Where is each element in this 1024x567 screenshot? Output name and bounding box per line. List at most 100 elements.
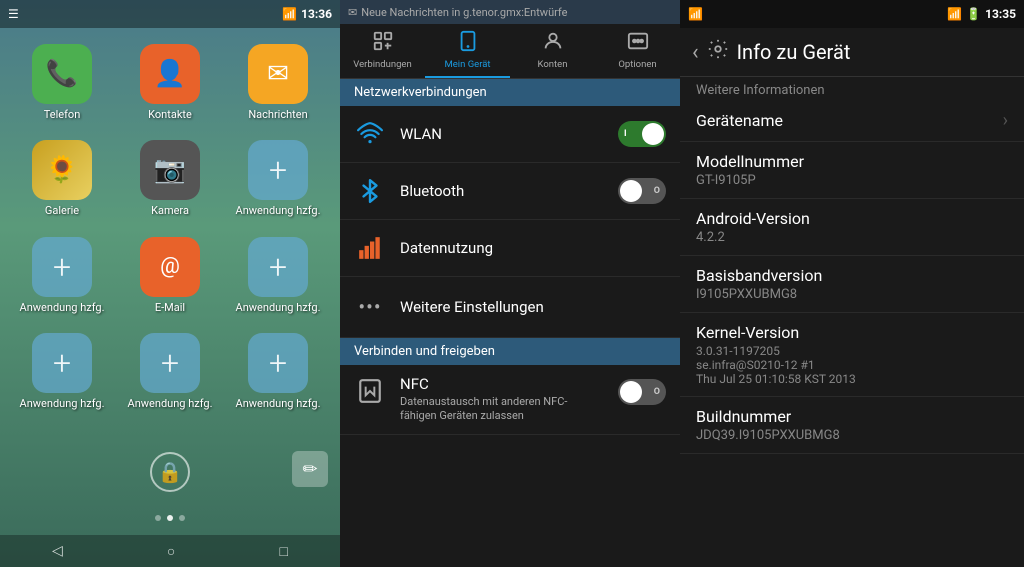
galerie-icon: 🌻	[32, 140, 92, 200]
app-anwendung-2[interactable]: + Anwendung hzfg.	[12, 237, 112, 325]
mein-geraet-tab-icon	[457, 30, 479, 57]
android-value: 4.2.2	[696, 230, 810, 245]
anwendung3-label: Anwendung hzfg.	[236, 301, 321, 314]
nfc-icon	[354, 375, 386, 407]
lock-icon: 🔒	[150, 452, 190, 492]
app-anwendung-3[interactable]: + Anwendung hzfg.	[228, 237, 328, 325]
anwendung1-label: Anwendung hzfg.	[236, 204, 321, 217]
anwendung5-icon: +	[140, 333, 200, 393]
kernel-title: Kernel-Version	[696, 323, 856, 342]
buildnummer-left: Buildnummer JDQ39.I9105PXXUBMG8	[696, 407, 840, 443]
nfc-item[interactable]: NFC Datenaustausch mit anderen NFC-fähig…	[340, 365, 680, 435]
app-galerie[interactable]: 🌻 Galerie	[12, 140, 112, 228]
tab-konten[interactable]: Konten	[510, 24, 595, 78]
wlan-item[interactable]: WLAN I	[340, 106, 680, 163]
dot-1[interactable]	[155, 515, 161, 521]
kontakte-label: Kontakte	[148, 108, 192, 121]
app-kamera[interactable]: 📷 Kamera	[120, 140, 220, 228]
home-screen: ☰ 📶 13:36 📞 Telefon 👤 Kontakte ✉ Nachric…	[0, 0, 340, 567]
info-row-basisband: Basisbandversion I9105PXXUBMG8	[680, 256, 1024, 313]
info-battery-icon: 🔋	[966, 7, 981, 21]
info-status-left: 📶	[688, 7, 703, 21]
app-kontakte[interactable]: 👤 Kontakte	[120, 44, 220, 132]
modellnummer-title: Modellnummer	[696, 152, 804, 171]
bluetooth-item[interactable]: Bluetooth O	[340, 163, 680, 220]
anwendung6-label: Anwendung hzfg.	[236, 397, 321, 410]
nfc-desc: Datenaustausch mit anderen NFC-fähigen G…	[400, 395, 604, 424]
buildnummer-value: JDQ39.I9105PXXUBMG8	[696, 428, 840, 443]
android-left: Android-Version 4.2.2	[696, 209, 810, 245]
bluetooth-toggle-knob	[620, 180, 642, 202]
weitere-einstellungen-item[interactable]: ••• Weitere Einstellungen	[340, 277, 680, 338]
tab-mein-geraet[interactable]: Mein Gerät	[425, 24, 510, 78]
home-edit-button[interactable]: ✏	[292, 451, 328, 487]
bluetooth-icon	[354, 175, 386, 207]
home-status-left: ☰	[8, 7, 19, 21]
back-arrow-icon[interactable]: ‹	[692, 40, 699, 65]
tab-verbindungen-label: Verbindungen	[353, 59, 411, 70]
anwendung1-icon: +	[248, 140, 308, 200]
dot-2[interactable]	[167, 515, 173, 521]
tab-optionen[interactable]: Optionen	[595, 24, 680, 78]
galerie-label: Galerie	[45, 204, 79, 217]
kamera-icon: 📷	[140, 140, 200, 200]
app-anwendung-6[interactable]: + Anwendung hzfg.	[228, 333, 328, 421]
telefon-icon: 📞	[32, 44, 92, 104]
home-button[interactable]: ○	[167, 543, 175, 560]
notification-text: Neue Nachrichten in g.tenor.gmx:Entwürfe	[361, 6, 567, 19]
info-statusbar: 📶 📶 🔋 13:35	[680, 0, 1024, 28]
app-anwendung-5[interactable]: + Anwendung hzfg.	[120, 333, 220, 421]
bluetooth-toggle[interactable]: O	[618, 178, 666, 204]
info-row-android: Android-Version 4.2.2	[680, 199, 1024, 256]
datennutzung-item[interactable]: Datennutzung	[340, 220, 680, 277]
home-clock: 13:36	[301, 7, 332, 21]
basisband-title: Basisbandversion	[696, 266, 822, 285]
nachrichten-label: Nachrichten	[248, 108, 307, 121]
home-apps-grid: 📞 Telefon 👤 Kontakte ✉ Nachrichten 🌻 Gal…	[0, 28, 340, 437]
app-telefon[interactable]: 📞 Telefon	[12, 44, 112, 132]
app-anwendung-4[interactable]: + Anwendung hzfg.	[12, 333, 112, 421]
kernel-value: 3.0.31-1197205 se.infra@S0210-12 #1 Thu …	[696, 344, 856, 386]
tab-verbindungen[interactable]: Verbindungen	[340, 24, 425, 78]
dot-3[interactable]	[179, 515, 185, 521]
home-navbar: ◁ ○ □	[0, 535, 340, 567]
verbinden-label: Verbinden und freigeben	[354, 344, 495, 359]
wlan-icon	[354, 118, 386, 150]
bluetooth-label: Bluetooth	[400, 182, 604, 200]
info-row-buildnummer: Buildnummer JDQ39.I9105PXXUBMG8	[680, 397, 1024, 454]
datennutzung-icon	[354, 232, 386, 264]
back-button[interactable]: ◁	[52, 543, 63, 559]
signal-icon: 📶	[282, 7, 297, 21]
info-additional-label: Weitere Informationen	[680, 77, 1024, 100]
settings-gear-icon	[707, 38, 729, 66]
notification-icon: ☰	[8, 7, 19, 21]
settings-tabs: Verbindungen Mein Gerät Konten	[340, 24, 680, 79]
home-page-dots	[0, 507, 340, 535]
info-clock: 13:35	[985, 7, 1016, 21]
app-nachrichten[interactable]: ✉ Nachrichten	[228, 44, 328, 132]
home-status-right: 📶 13:36	[282, 7, 332, 21]
basisband-left: Basisbandversion I9105PXXUBMG8	[696, 266, 822, 302]
buildnummer-title: Buildnummer	[696, 407, 840, 426]
info-wifi-icon: 📶	[688, 7, 703, 21]
anwendung5-label: Anwendung hzfg.	[128, 397, 213, 410]
email-icon: @	[140, 237, 200, 297]
app-email[interactable]: @ E-Mail	[120, 237, 220, 325]
info-header: ‹ Info zu Gerät	[680, 28, 1024, 77]
wlan-toggle[interactable]: I	[618, 121, 666, 147]
home-lock-area: 🔒	[0, 437, 340, 507]
anwendung3-icon: +	[248, 237, 308, 297]
optionen-tab-icon	[627, 30, 649, 57]
info-row-geraetename[interactable]: Gerätename ›	[680, 100, 1024, 142]
anwendung2-label: Anwendung hzfg.	[20, 301, 105, 314]
info-status-right: 📶 🔋 13:35	[947, 7, 1016, 21]
kamera-label: Kamera	[151, 204, 189, 217]
basisband-value: I9105PXXUBMG8	[696, 287, 822, 302]
app-anwendung-1[interactable]: + Anwendung hzfg.	[228, 140, 328, 228]
anwendung4-label: Anwendung hzfg.	[20, 397, 105, 410]
weitere-label: Weitere Einstellungen	[400, 298, 666, 316]
recents-button[interactable]: □	[279, 543, 287, 560]
info-panel: 📶 📶 🔋 13:35 ‹ Info zu Gerät Weitere Info…	[680, 0, 1024, 567]
modellnummer-value: GT-I9105P	[696, 173, 804, 188]
nfc-toggle[interactable]: O	[618, 379, 666, 405]
